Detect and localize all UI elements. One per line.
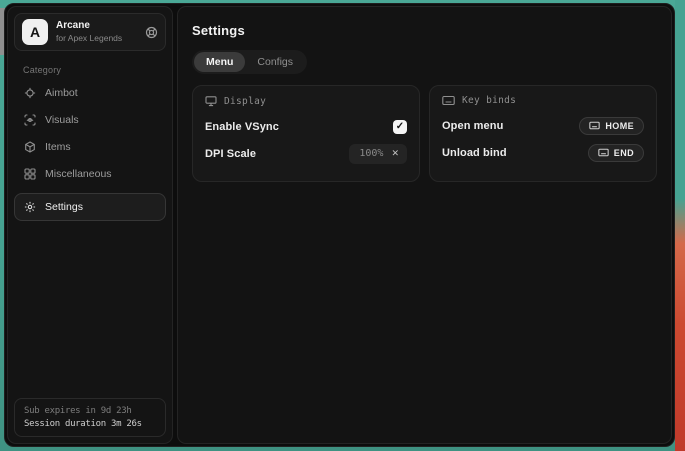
sidebar: A Arcane for Apex Legends Category <box>7 6 173 444</box>
category-label: Category <box>23 65 166 75</box>
open-menu-row: Open menu HOME <box>442 115 644 136</box>
vsync-label: Enable VSync <box>205 121 279 133</box>
subscription-box: Sub expires in 9d 23h Session duration 3… <box>14 398 166 437</box>
dpi-scale-input[interactable]: 100% ✕ <box>349 144 407 164</box>
dpi-label: DPI Scale <box>205 148 256 160</box>
brand-card[interactable]: A Arcane for Apex Legends <box>14 13 166 51</box>
overlay-window: A Arcane for Apex Legends Category <box>4 3 675 447</box>
tab-menu[interactable]: Menu <box>194 52 245 72</box>
session-duration: Session duration 3m 26s <box>24 419 156 429</box>
display-card-header: Display <box>205 95 407 107</box>
blocks-icon <box>24 168 36 180</box>
open-menu-label: Open menu <box>442 120 503 132</box>
dpi-row: DPI Scale 100% ✕ <box>205 143 407 164</box>
keyboard-icon <box>442 95 455 106</box>
package-icon <box>24 141 36 153</box>
crosshair-icon <box>24 87 36 99</box>
sidebar-nav: Aimbot Visuals Items <box>14 79 166 221</box>
sidebar-item-settings[interactable]: Settings <box>14 193 166 221</box>
sidebar-item-label: Settings <box>45 201 83 213</box>
settings-cards: Display Enable VSync ✓ DPI Scale 100% ✕ <box>192 85 657 182</box>
main-panel: Settings Menu Configs Display Enable VSy… <box>177 6 672 444</box>
keyboard-icon <box>589 121 600 130</box>
dpi-scale-value: 100% <box>359 148 383 159</box>
open-menu-key: HOME <box>605 121 634 131</box>
tab-configs[interactable]: Configs <box>245 52 305 72</box>
gear-icon <box>24 201 36 213</box>
sidebar-item-aimbot[interactable]: Aimbot <box>14 79 166 106</box>
lifebuoy-icon[interactable] <box>145 26 158 39</box>
brand-logo: A <box>22 19 48 45</box>
tab-bar: Menu Configs <box>192 50 307 74</box>
sidebar-item-label: Visuals <box>45 114 79 126</box>
sidebar-item-label: Miscellaneous <box>45 168 112 180</box>
vsync-row: Enable VSync ✓ <box>205 116 407 137</box>
unload-keybind-button[interactable]: END <box>588 144 644 162</box>
sidebar-item-visuals[interactable]: Visuals <box>14 106 166 133</box>
page-title: Settings <box>192 23 657 38</box>
backdrop-right-strip <box>675 0 685 451</box>
sidebar-item-miscellaneous[interactable]: Miscellaneous <box>14 160 166 187</box>
keybinds-card: Key binds Open menu HOME Unload bind <box>429 85 657 182</box>
monitor-icon <box>205 95 217 107</box>
keyboard-icon <box>598 148 609 157</box>
display-card: Display Enable VSync ✓ DPI Scale 100% ✕ <box>192 85 420 182</box>
brand-name: Arcane <box>56 20 137 33</box>
keybinds-card-header: Key binds <box>442 95 644 106</box>
sidebar-item-items[interactable]: Items <box>14 133 166 160</box>
clear-icon[interactable]: ✕ <box>391 148 399 159</box>
unload-bind-label: Unload bind <box>442 147 507 159</box>
sidebar-item-label: Items <box>45 141 71 153</box>
unload-bind-key: END <box>614 148 634 158</box>
open-menu-keybind-button[interactable]: HOME <box>579 117 644 135</box>
unload-bind-row: Unload bind END <box>442 142 644 163</box>
brand-subtitle: for Apex Legends <box>56 33 137 44</box>
keybinds-card-title: Key binds <box>462 95 516 106</box>
scan-eye-icon <box>24 114 36 126</box>
subscription-expiry: Sub expires in 9d 23h <box>24 406 156 416</box>
vsync-checkbox[interactable]: ✓ <box>393 120 407 134</box>
brand-text: Arcane for Apex Legends <box>56 20 137 43</box>
display-card-title: Display <box>224 96 266 107</box>
sidebar-item-label: Aimbot <box>45 87 78 99</box>
